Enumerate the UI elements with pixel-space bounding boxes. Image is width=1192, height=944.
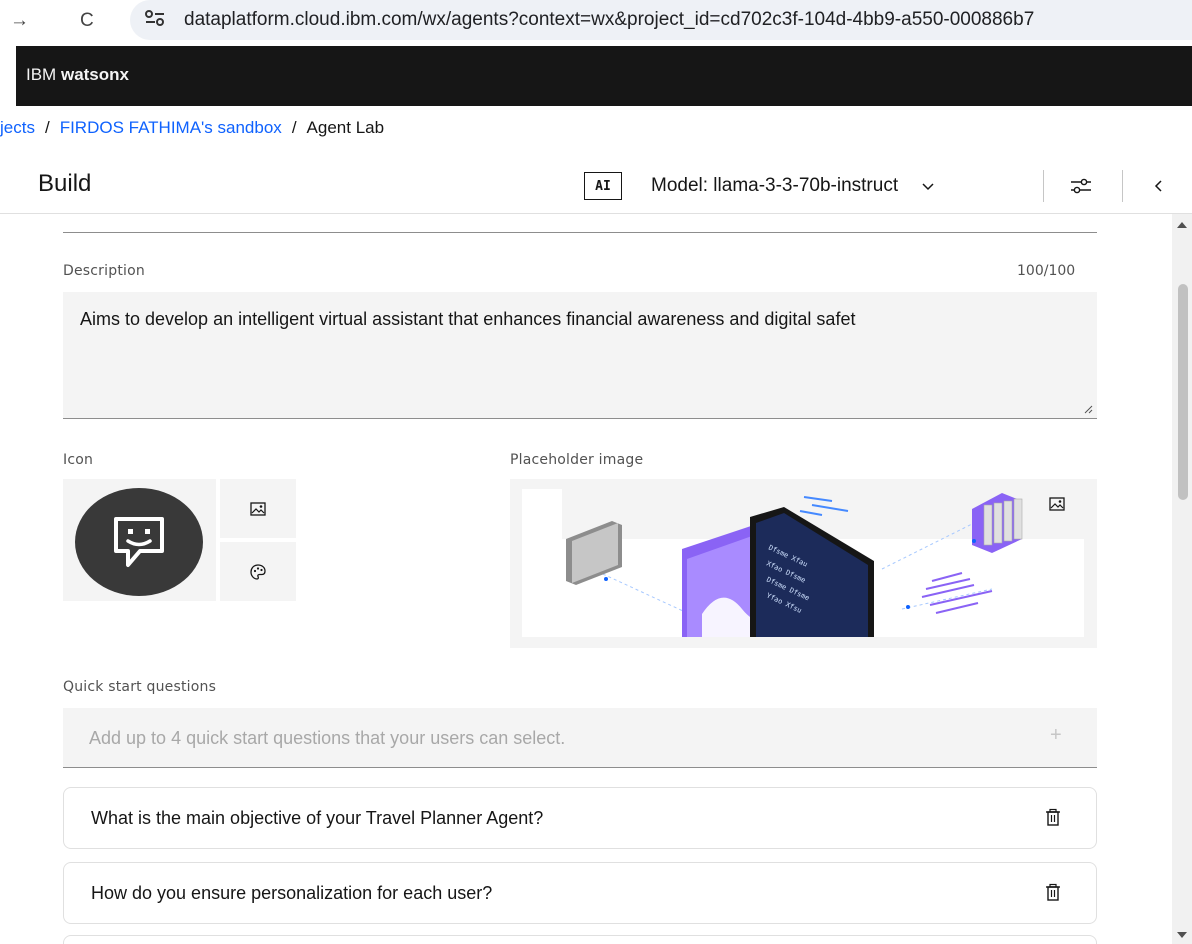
ai-badge[interactable]: AI [584, 172, 622, 200]
quick-start-question-text: What is the main objective of your Trave… [91, 808, 544, 828]
breadcrumb-separator: / [44, 118, 50, 137]
breadcrumb: jects / FIRDOS FATHIMA's sandbox / Agent Lab [0, 118, 384, 146]
chevron-left-icon [1154, 180, 1162, 192]
quick-start-placeholder: Add up to 4 quick start questions that y… [89, 728, 566, 748]
quick-start-input[interactable]: Add up to 4 quick start questions that y… [63, 708, 1097, 768]
address-bar[interactable]: dataplatform.cloud.ibm.com/wx/agents?con… [130, 0, 1192, 40]
scrollbar-thumb[interactable] [1178, 284, 1188, 500]
isometric-illustration: Dfsme Xfau Xfao Dfsme Dfsme Dfsme Yfao X… [522, 489, 1084, 637]
sliders-icon [1071, 178, 1091, 194]
placeholder-image-preview: Dfsme Xfau Xfao Dfsme Dfsme Dfsme Yfao X… [510, 479, 1097, 648]
breadcrumb-current: Agent Lab [306, 118, 385, 137]
forward-arrow-icon[interactable]: → [10, 10, 29, 32]
image-icon[interactable] [1048, 495, 1066, 513]
model-select[interactable]: Model: llama-3-3-70b-instruct [651, 172, 936, 200]
description-label: Description [63, 263, 145, 279]
add-question-icon[interactable]: + [1050, 724, 1062, 747]
toolbar-divider [1043, 170, 1044, 202]
build-toolbar: Build AI Model: llama-3-3-70b-instruct [0, 156, 1192, 214]
scroll-down-arrow-icon[interactable] [1177, 932, 1187, 938]
placeholder-illustration: Dfsme Xfau Xfao Dfsme Dfsme Dfsme Yfao X… [522, 489, 1084, 637]
chat-bot-icon [114, 517, 164, 567]
site-settings-icon[interactable] [144, 8, 166, 33]
toolbar-divider [1122, 170, 1123, 202]
reload-icon[interactable]: C [80, 10, 94, 32]
browser-toolbar: → C dataplatform.cloud.ibm.com/wx/agents… [0, 0, 1192, 46]
breadcrumb-sandbox[interactable]: FIRDOS FATHIMA's sandbox [60, 118, 282, 137]
avatar [75, 488, 203, 596]
placeholder-image-label: Placeholder image [510, 452, 644, 468]
quick-start-question-card[interactable]: What is the main objective of your Trave… [63, 787, 1097, 849]
url-text: dataplatform.cloud.ibm.com/wx/agents?con… [184, 9, 1035, 30]
brand-name: watsonx [60, 65, 129, 84]
trash-icon[interactable] [1044, 883, 1062, 903]
description-char-counter: 100/100 [1017, 263, 1076, 279]
quick-start-label: Quick start questions [63, 679, 217, 695]
image-icon [250, 501, 266, 516]
palette-icon [250, 563, 266, 580]
model-select-label: Model: llama-3-3-70b-instruct [651, 175, 899, 196]
breadcrumb-projects[interactable]: jects [0, 118, 35, 137]
change-icon-color-button[interactable] [220, 542, 296, 601]
vertical-scrollbar[interactable] [1172, 214, 1192, 944]
brand-prefix: IBM [26, 65, 57, 84]
product-logo[interactable]: IBM watsonx [26, 65, 129, 85]
trash-icon[interactable] [1044, 808, 1062, 828]
scroll-up-arrow-icon[interactable] [1177, 222, 1187, 228]
quick-start-question-card[interactable] [63, 935, 1097, 944]
upload-icon-button[interactable] [220, 479, 296, 538]
icon-preview [63, 479, 216, 601]
breadcrumb-separator: / [291, 118, 297, 137]
name-field-underline [63, 232, 1097, 233]
icon-label: Icon [63, 452, 94, 468]
description-value: Aims to develop an intelligent virtual a… [80, 309, 856, 329]
quick-start-question-text: How do you ensure personalization for ea… [91, 883, 493, 903]
collapse-panel-button[interactable] [1146, 172, 1172, 200]
app-header: IBM watsonx [16, 46, 1192, 106]
resize-handle-icon[interactable] [1083, 404, 1093, 414]
chevron-down-icon [922, 183, 934, 191]
quick-start-question-card[interactable]: How do you ensure personalization for ea… [63, 862, 1097, 924]
description-textarea[interactable]: Aims to develop an intelligent virtual a… [63, 292, 1097, 419]
page-title: Build [38, 170, 92, 197]
settings-button[interactable] [1066, 172, 1096, 200]
